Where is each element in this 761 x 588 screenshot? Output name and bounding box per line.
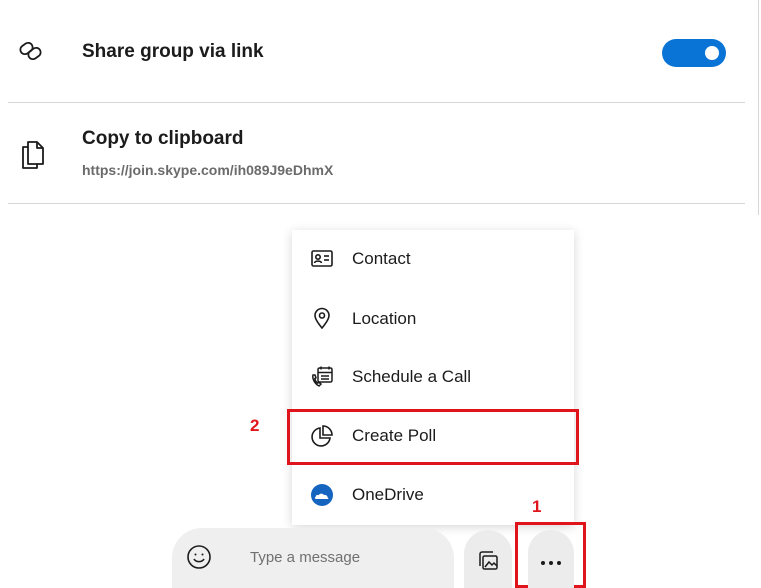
- copy-clipboard-row[interactable]: Copy to clipboard https://join.skype.com…: [0, 112, 745, 192]
- attach-menu: Contact Location Schedule a Call Create …: [292, 230, 574, 525]
- media-button[interactable]: [464, 530, 512, 588]
- menu-item-label: Schedule a Call: [352, 367, 472, 386]
- step-1-label: 1: [532, 497, 542, 516]
- panel-edge: [758, 0, 759, 215]
- copy-clipboard-label: Copy to clipboard: [82, 128, 244, 149]
- share-link-toggle[interactable]: [662, 39, 726, 67]
- create-poll-highlight: [287, 409, 579, 465]
- message-composer: Type a message: [172, 528, 454, 588]
- menu-item-label: Location: [352, 309, 417, 328]
- menu-item-location[interactable]: Location: [292, 290, 574, 348]
- contact-card-icon: [310, 247, 334, 271]
- group-link-url: https://join.skype.com/ih089J9eDhmX: [82, 162, 334, 178]
- message-input[interactable]: Type a message: [250, 549, 360, 566]
- menu-item-contact[interactable]: Contact: [292, 230, 574, 288]
- menu-item-label: Contact: [352, 249, 411, 268]
- location-pin-icon: [310, 306, 334, 330]
- share-link-label: Share group via link: [82, 41, 264, 62]
- media-gallery-icon: [476, 548, 500, 572]
- step-2-label: 2: [250, 416, 260, 435]
- divider-2: [8, 203, 745, 204]
- toggle-knob: [705, 46, 719, 60]
- onedrive-icon: [310, 483, 334, 507]
- share-link-row: Share group via link: [0, 20, 745, 86]
- schedule-call-icon: [310, 365, 334, 389]
- divider-1: [8, 102, 745, 103]
- emoji-icon[interactable]: [186, 544, 212, 570]
- menu-item-label: OneDrive: [352, 485, 424, 504]
- more-options-icon: [539, 554, 563, 565]
- menu-item-schedule-call[interactable]: Schedule a Call: [292, 348, 574, 406]
- link-icon: [18, 38, 44, 64]
- copy-icon: [20, 138, 46, 170]
- more-options-button[interactable]: [528, 530, 574, 588]
